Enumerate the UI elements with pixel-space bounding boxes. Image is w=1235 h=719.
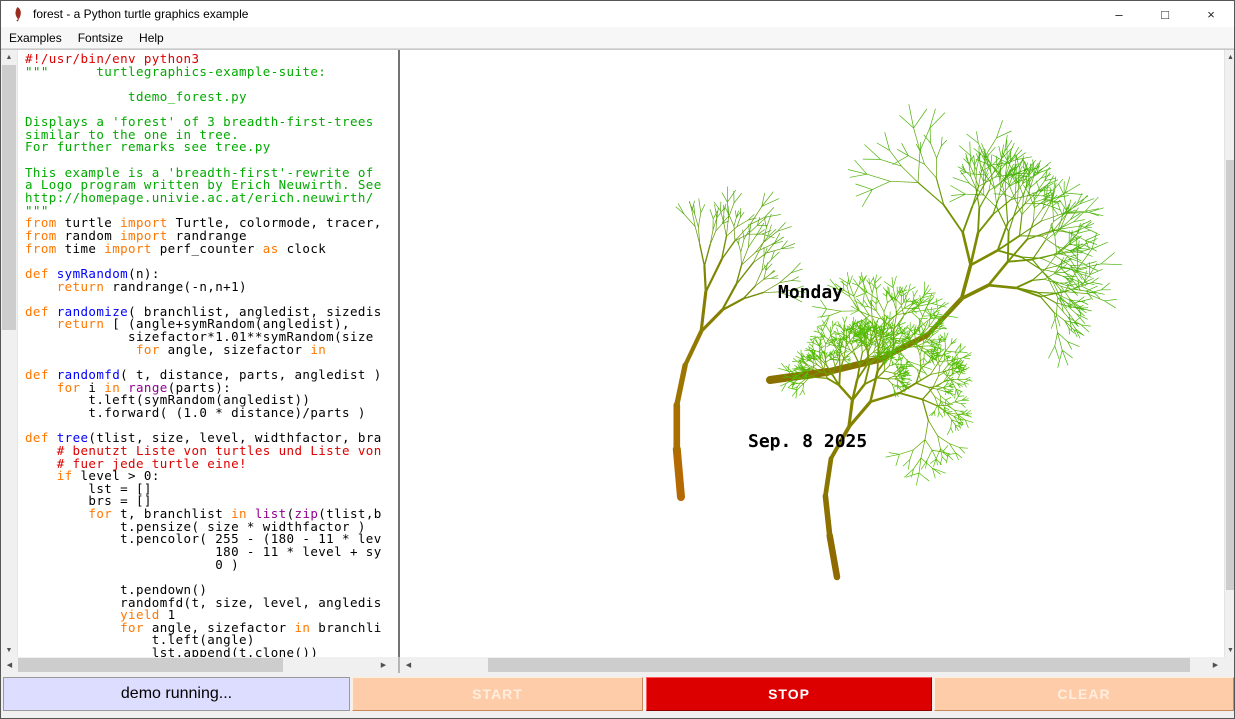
code-line: tdemo_forest.py (25, 91, 392, 104)
canvas-vscroll-thumb[interactable] (1226, 160, 1235, 590)
scroll-right-icon[interactable]: ▶ (1207, 657, 1224, 673)
minimize-button[interactable]: – (1096, 1, 1142, 27)
canvas-text-label: Monday (778, 282, 843, 303)
code-text[interactable]: #!/usr/bin/env python3""" turtlegraphics… (18, 50, 392, 658)
scroll-left-icon[interactable]: ◀ (1, 657, 18, 673)
horizontal-scrollbar-row: ◀ ▶ ◀ ▶ (1, 657, 1235, 673)
code-line: For further remarks see tree.py (25, 141, 392, 154)
code-line: for angle, sizefactor in (25, 344, 392, 357)
menu-help[interactable]: Help (131, 27, 172, 48)
main-area: ▲ ▼ #!/usr/bin/env python3""" turtlegrap… (1, 49, 1235, 657)
turtle-canvas: Monday Sep. 8 2025 (400, 50, 1224, 658)
stop-button[interactable]: STOP (646, 677, 932, 711)
scroll-down-icon[interactable]: ▼ (1, 643, 17, 658)
code-line: http://homepage.univie.ac.at/erich.neuwi… (25, 192, 392, 205)
scroll-right-icon[interactable]: ▶ (375, 657, 392, 673)
app-icon (9, 6, 25, 22)
code-line: """ turtlegraphics-example-suite: (25, 66, 392, 79)
bottom-bar: demo running... START STOP CLEAR (1, 673, 1235, 719)
maximize-button[interactable]: □ (1142, 1, 1188, 27)
menu-fontsize[interactable]: Fontsize (70, 27, 131, 48)
scroll-up-icon[interactable]: ▲ (1, 50, 17, 65)
window-title: forest - a Python turtle graphics exampl… (33, 7, 248, 21)
close-button[interactable]: × (1188, 1, 1234, 27)
canvas-text-label: Sep. 8 2025 (748, 431, 867, 452)
canvas-hscroll-thumb[interactable] (488, 658, 1190, 672)
app-window: forest - a Python turtle graphics exampl… (0, 0, 1235, 719)
titlebar: forest - a Python turtle graphics exampl… (1, 1, 1234, 27)
code-line: t.forward( (1.0 * distance)/parts ) (25, 407, 392, 420)
code-line: from time import perf_counter as clock (25, 243, 392, 256)
code-line: 0 ) (25, 559, 392, 572)
window-controls: – □ × (1096, 1, 1234, 27)
status-label: demo running... (3, 677, 350, 711)
canvas-horizontal-scrollbar[interactable]: ◀ ▶ (400, 657, 1224, 673)
scroll-up-icon[interactable]: ▲ (1225, 50, 1235, 65)
menu-examples[interactable]: Examples (1, 27, 70, 48)
code-horizontal-scrollbar[interactable]: ◀ ▶ (1, 657, 392, 673)
code-vertical-scrollbar[interactable]: ▲ ▼ (1, 50, 18, 658)
code-vscroll-thumb[interactable] (2, 65, 16, 330)
close-icon: × (1207, 7, 1215, 22)
scroll-left-icon[interactable]: ◀ (400, 657, 417, 673)
code-hscroll-thumb[interactable] (18, 658, 283, 672)
canvas-vertical-scrollbar[interactable]: ▲ ▼ (1224, 50, 1235, 658)
clear-button[interactable]: CLEAR (934, 677, 1234, 711)
minimize-icon: – (1115, 7, 1122, 22)
scroll-down-icon[interactable]: ▼ (1225, 643, 1235, 658)
maximize-icon: □ (1161, 7, 1169, 22)
menubar: Examples Fontsize Help (1, 27, 1234, 49)
code-line: return randrange(-n,n+1) (25, 281, 392, 294)
start-button[interactable]: START (352, 677, 643, 711)
